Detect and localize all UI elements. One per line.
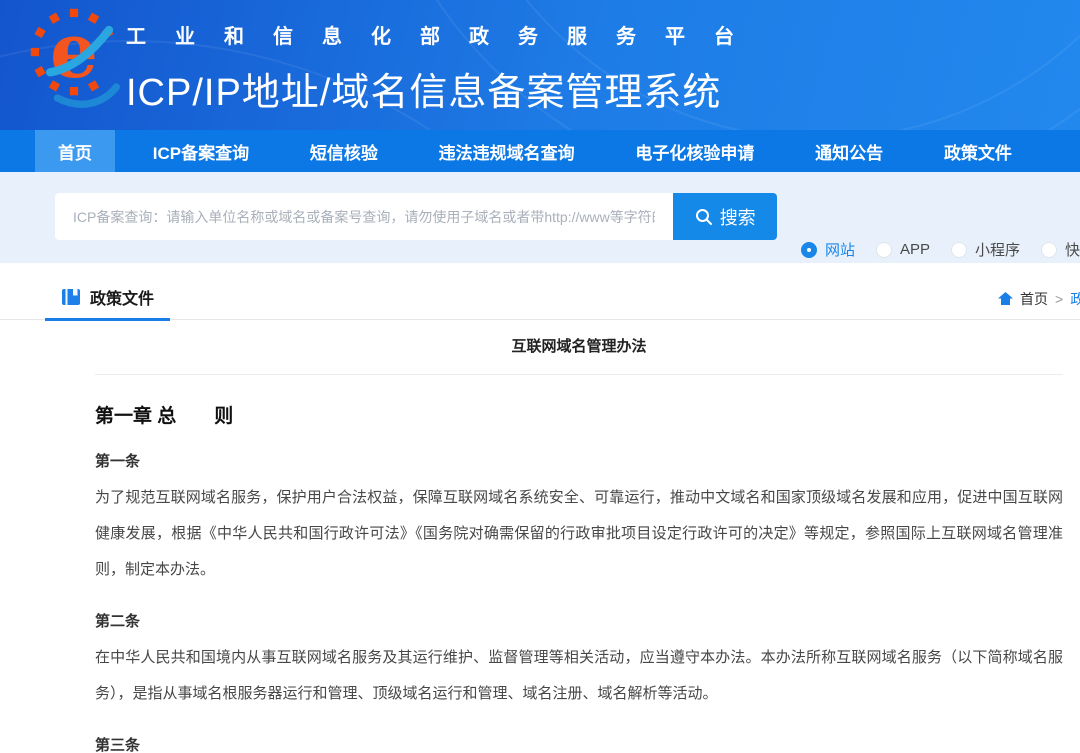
- radio-mini-program[interactable]: 小程序: [951, 239, 1020, 260]
- platform-name: 工业和信息化部政务服务平台: [126, 20, 763, 49]
- radio-label: APP: [900, 241, 930, 258]
- nav-item-notices[interactable]: 通知公告: [792, 130, 906, 172]
- article-heading: 第三条: [95, 730, 1063, 753]
- tab-policy-files-label: 政策文件: [90, 285, 154, 309]
- breadcrumb: 首页 > 政: [998, 289, 1080, 309]
- system-title: ICP/IP地址/域名信息备案管理系统: [126, 61, 763, 116]
- policy-book-icon: [61, 287, 81, 307]
- section-bar: 政策文件 首页 > 政: [0, 263, 1080, 320]
- search-button-label: 搜索: [720, 204, 756, 230]
- article-text: 在中华人民共和国境内从事互联网域名服务及其运行维护、监督管理等相关活动，应当遵守…: [95, 640, 1063, 712]
- search-type-radio-group: 网站 APP 小程序 快: [801, 239, 1080, 260]
- nav-item-e-verify-apply[interactable]: 电子化核验申请: [612, 130, 777, 172]
- radio-circle-icon: [876, 242, 892, 258]
- main-nav: 首页 ICP备案查询 短信核验 违法违规域名查询 电子化核验申请 通知公告 政策…: [0, 130, 1080, 172]
- radio-app[interactable]: APP: [876, 241, 930, 258]
- nav-item-home[interactable]: 首页: [35, 130, 115, 172]
- breadcrumb-home[interactable]: 首页: [1020, 289, 1048, 309]
- radio-circle-icon: [1041, 242, 1057, 258]
- breadcrumb-separator: >: [1055, 291, 1063, 307]
- radio-circle-icon: [951, 242, 967, 258]
- content-area: 政策文件 首页 > 政 互联网域名管理办法 第一章 总 则 第一条 为了规范互联…: [0, 263, 1080, 753]
- article-heading: 第二条: [95, 606, 1063, 635]
- article-1: 第一条 为了规范互联网域名服务，保护用户合法权益，保障互联网域名系统安全、可靠运…: [95, 446, 1063, 588]
- miit-gear-e-logo-icon: e: [28, 6, 120, 127]
- radio-website[interactable]: 网站: [801, 239, 855, 260]
- article-2: 第二条 在中华人民共和国境内从事互联网域名服务及其运行维护、监督管理等相关活动，…: [95, 606, 1063, 712]
- radio-label: 网站: [825, 239, 855, 260]
- site-header: e 工业和信息化部政务服务平台 ICP/IP地址/域名信息备案管理系统: [0, 0, 1080, 130]
- search-input[interactable]: [55, 193, 673, 240]
- nav-item-policy-files[interactable]: 政策文件: [921, 130, 1035, 172]
- chapter-heading: 第一章 总 则: [95, 401, 1063, 428]
- search-button[interactable]: 搜索: [673, 193, 777, 240]
- radio-label: 快: [1065, 239, 1080, 260]
- tab-policy-files[interactable]: 政策文件: [45, 285, 170, 321]
- breadcrumb-current: 政: [1070, 289, 1080, 309]
- search-icon: [695, 208, 713, 226]
- nav-item-sms-verify[interactable]: 短信核验: [287, 130, 401, 172]
- article-text: 为了规范互联网域名服务，保护用户合法权益，保障互联网域名系统安全、可靠运行，推动…: [95, 480, 1063, 588]
- nav-item-icp-query[interactable]: ICP备案查询: [130, 130, 272, 172]
- radio-circle-icon: [801, 242, 817, 258]
- article-heading: 第一条: [95, 446, 1063, 475]
- radio-label: 小程序: [975, 239, 1020, 260]
- nav-item-illegal-domain-query[interactable]: 违法违规域名查询: [416, 130, 598, 172]
- home-icon: [998, 292, 1013, 306]
- policy-document: 互联网域名管理办法 第一章 总 则 第一条 为了规范互联网域名服务，保护用户合法…: [95, 320, 1063, 753]
- radio-quick-app[interactable]: 快: [1041, 239, 1080, 260]
- search-section: 搜索 网站 APP 小程序 快: [0, 172, 1080, 263]
- article-3: 第三条 工业和信息化部对全国的域名服务实施监督管理，主要职责是：（一）制定互联网…: [95, 730, 1063, 753]
- document-title: 互联网域名管理办法: [95, 320, 1063, 375]
